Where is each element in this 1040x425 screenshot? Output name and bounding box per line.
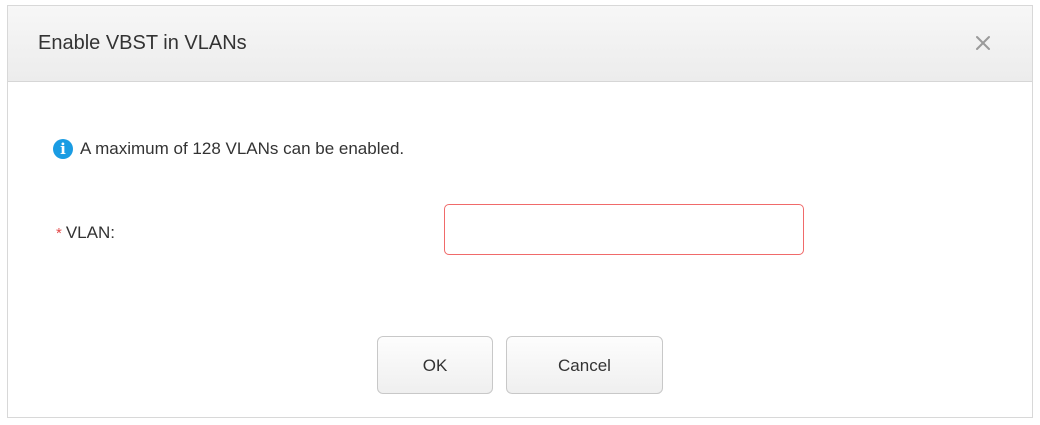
- info-message: A maximum of 128 VLANs can be enabled.: [80, 139, 405, 158]
- ok-button[interactable]: OK: [377, 336, 493, 394]
- enable-vbst-dialog: Enable VBST in VLANs i A maximum of 128 …: [7, 5, 1033, 418]
- info-icon: i: [53, 139, 73, 159]
- dialog-header: Enable VBST in VLANs: [8, 6, 1032, 82]
- close-icon[interactable]: [974, 34, 992, 52]
- dialog-title: Enable VBST in VLANs: [38, 32, 247, 54]
- cancel-button[interactable]: Cancel: [506, 336, 663, 394]
- vlan-label-text: VLAN:: [65, 223, 115, 242]
- vlan-field-label: * VLAN:: [56, 222, 115, 245]
- required-asterisk: *: [56, 225, 62, 242]
- info-message-row: i A maximum of 128 VLANs can be enabled.: [53, 138, 404, 160]
- vlan-input[interactable]: [444, 204, 804, 255]
